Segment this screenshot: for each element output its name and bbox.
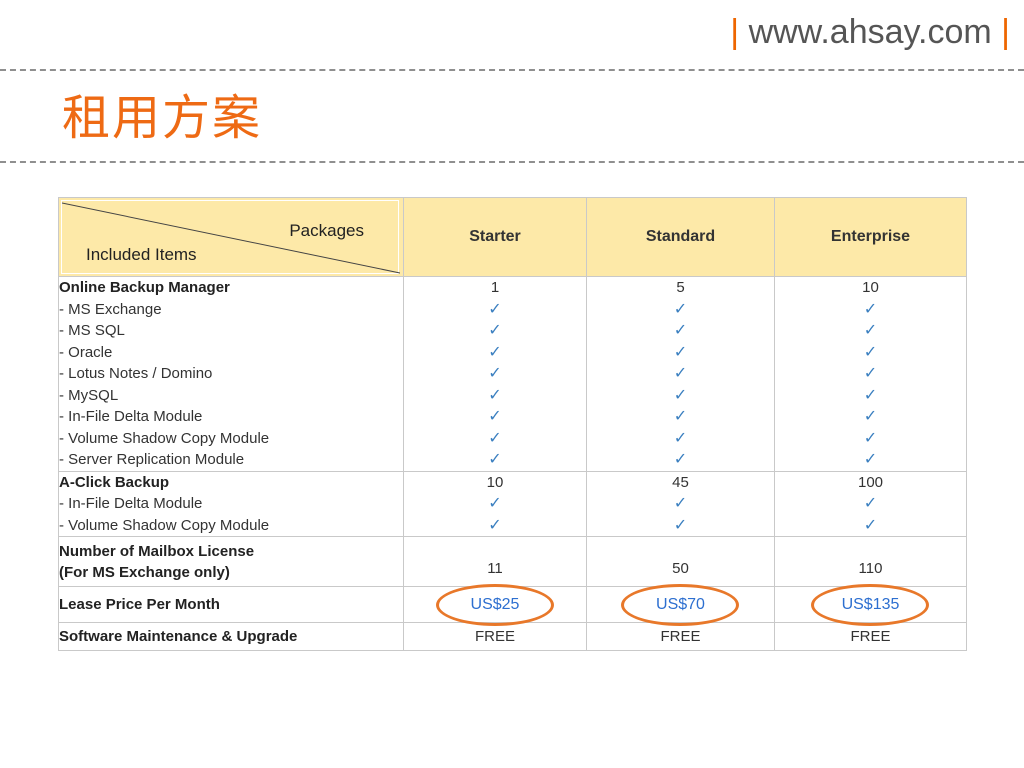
package-header-starter: Starter [403, 197, 587, 277]
obm-standard-cell: 5 ✓ ✓ ✓ ✓ ✓ ✓ ✓ ✓ [586, 276, 775, 472]
check-icon: ✓ [673, 429, 688, 447]
list-item: - In-File Delta Module [59, 408, 203, 425]
list-item: - Oracle [59, 343, 113, 361]
obm-starter-cell: 1 ✓ ✓ ✓ ✓ ✓ ✓ ✓ ✓ [403, 276, 587, 472]
check-icon: ✓ [488, 322, 502, 339]
list-item: - Volume Shadow Copy Module [59, 516, 270, 534]
check-icon: ✓ [488, 343, 502, 361]
website-url: | www.ahsay.com | [730, 10, 1010, 54]
list-item: - MySQL [59, 386, 119, 404]
mailbox-label: Number of Mailbox License [59, 542, 255, 560]
lease-label-cell: Lease Price Per Month [58, 586, 404, 623]
list-item: - MS SQL [59, 322, 125, 339]
obm-items-cell: Online Backup Manager - MS Exchange - MS… [58, 276, 404, 472]
url-text: www.ahsay.com [748, 13, 992, 51]
price-starter: US$25 [470, 595, 520, 613]
packages-label: Packages [289, 221, 364, 240]
corner-header-cell: Packages Included Items [58, 197, 404, 277]
check-icon: ✓ [673, 322, 688, 339]
price-highlight: US$135 [811, 583, 930, 626]
lease-enterprise-cell: US$135 [774, 583, 967, 626]
included-items-label: Included Items [86, 245, 197, 264]
table-row: A-Click Backup - In-File Delta Module - … [58, 470, 967, 537]
package-header-standard: Standard [586, 197, 775, 277]
mailbox-sublabel: (For MS Exchange only) [59, 563, 230, 581]
maintenance-enterprise-cell: FREE [774, 622, 967, 651]
obm-enterprise-cell: 10 ✓ ✓ ✓ ✓ ✓ ✓ ✓ ✓ [774, 276, 967, 472]
acb-items-cell: A-Click Backup - In-File Delta Module - … [58, 470, 404, 537]
top-dashed-divider [0, 69, 1024, 71]
slide-title: 租用方案 [62, 90, 263, 146]
mailbox-enterprise-cell: 110 [774, 536, 967, 587]
url-left-pipe: | [730, 13, 740, 51]
check-icon: ✓ [673, 365, 688, 382]
check-icon: ✓ [673, 451, 688, 468]
table-row: Number of Mailbox License (For MS Exchan… [58, 536, 967, 587]
check-icon: ✓ [673, 343, 688, 361]
check-icon: ✓ [673, 300, 688, 318]
price-enterprise: US$135 [841, 595, 900, 613]
check-icon: ✓ [488, 429, 502, 447]
table-row: Lease Price Per Month US$25 US$70 US$135 [58, 583, 967, 626]
check-icon: ✓ [863, 429, 878, 447]
acb-count: 45 [672, 473, 689, 491]
lease-standard-cell: US$70 [586, 583, 775, 626]
lease-starter-cell: US$25 [403, 583, 587, 626]
list-item: - Server Replication Module [59, 451, 245, 468]
table-row: Online Backup Manager - MS Exchange - MS… [58, 276, 967, 472]
list-item: - In-File Delta Module [59, 495, 203, 512]
price-highlight: US$70 [621, 583, 740, 626]
table-header-row: Packages Included Items Starter Standard… [58, 197, 967, 277]
list-item: - Lotus Notes / Domino [59, 365, 213, 382]
check-icon: ✓ [673, 495, 688, 512]
acb-starter-cell: 10 ✓ ✓ [403, 470, 587, 537]
package-table: Packages Included Items Starter Standard… [58, 197, 967, 651]
maintenance-standard-cell: FREE [586, 622, 775, 651]
check-icon: ✓ [863, 300, 878, 318]
bottom-dashed-divider [0, 161, 1024, 163]
mailbox-label-cell: Number of Mailbox License (For MS Exchan… [58, 536, 404, 587]
check-icon: ✓ [863, 322, 878, 339]
check-icon: ✓ [488, 365, 502, 382]
check-icon: ✓ [488, 451, 502, 468]
acb-standard-cell: 45 ✓ ✓ [586, 470, 775, 537]
list-item: - Volume Shadow Copy Module [59, 429, 270, 447]
mailbox-starter-cell: 11 [403, 536, 587, 587]
acb-count: 100 [857, 473, 884, 491]
check-icon: ✓ [673, 408, 688, 425]
check-icon: ✓ [673, 516, 688, 534]
diagonal-header: Packages Included Items [61, 200, 400, 274]
acb-count: 10 [486, 473, 504, 491]
check-icon: ✓ [863, 451, 878, 468]
check-icon: ✓ [863, 343, 878, 361]
check-icon: ✓ [863, 408, 878, 425]
check-icon: ✓ [488, 408, 502, 425]
mailbox-standard-cell: 50 [586, 536, 775, 587]
price-highlight: US$25 [435, 583, 554, 626]
check-icon: ✓ [488, 300, 502, 318]
maintenance-label-cell: Software Maintenance & Upgrade [58, 622, 404, 651]
obm-title: Online Backup Manager [59, 279, 230, 296]
check-icon: ✓ [863, 516, 878, 534]
check-icon: ✓ [488, 516, 502, 534]
table-row: Software Maintenance & Upgrade FREE FREE… [58, 622, 967, 651]
obm-count: 1 [490, 279, 500, 296]
check-icon: ✓ [673, 386, 688, 404]
check-icon: ✓ [863, 495, 878, 512]
list-item: - MS Exchange [59, 300, 162, 318]
package-header-enterprise: Enterprise [774, 197, 967, 277]
check-icon: ✓ [488, 495, 502, 512]
url-right-pipe: | [1001, 13, 1010, 51]
obm-count: 5 [676, 279, 685, 296]
acb-enterprise-cell: 100 ✓ ✓ [774, 470, 967, 537]
check-icon: ✓ [863, 386, 878, 404]
obm-count: 10 [862, 279, 879, 296]
acb-title: A-Click Backup [59, 473, 170, 491]
check-icon: ✓ [488, 386, 502, 404]
check-icon: ✓ [863, 365, 878, 382]
price-standard: US$70 [656, 595, 705, 613]
maintenance-starter-cell: FREE [403, 622, 587, 651]
